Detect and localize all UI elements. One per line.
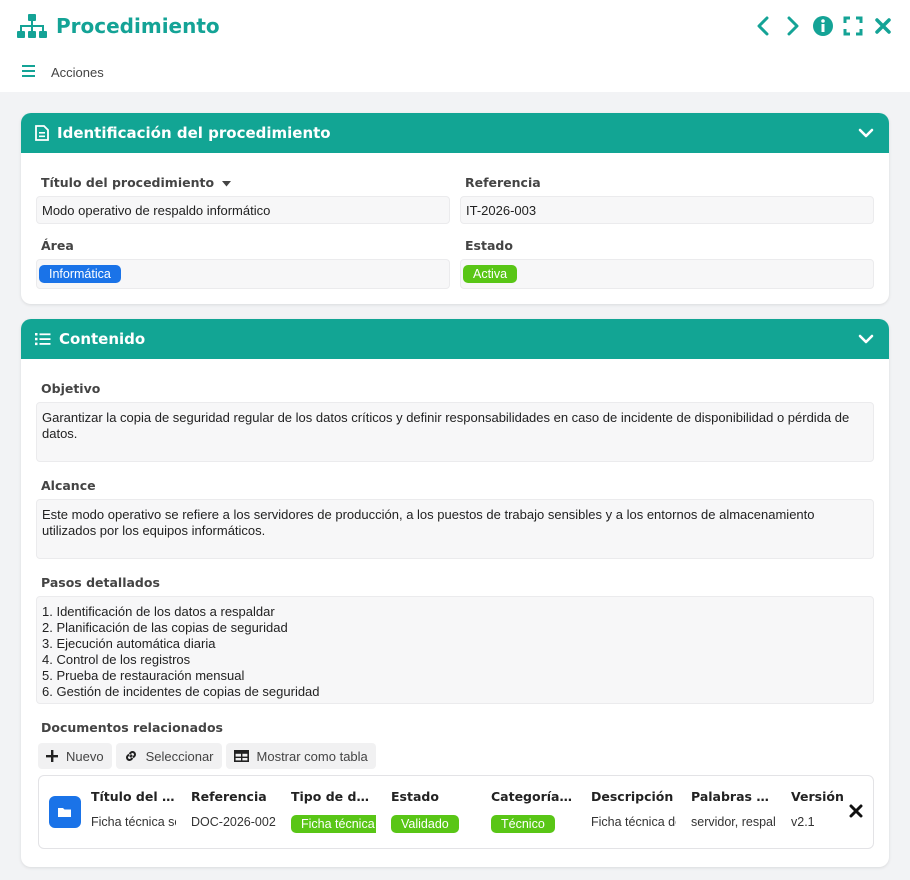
doc-estado-badge: Validado [391, 815, 459, 833]
area-label: Área [41, 238, 74, 253]
procedure-window: Procedimiento Acciones Identificación de… [0, 0, 910, 880]
link-icon [124, 749, 138, 763]
chevron-down-icon[interactable] [857, 124, 875, 142]
doc-tipo-badge: Ficha técnica [291, 815, 376, 833]
related-document-row[interactable]: Título del documento Ficha técnica servi… [38, 775, 874, 849]
column-header: Categoría documental [491, 789, 576, 804]
doc-col-tipo: Tipo de documento Ficha técnica [291, 789, 391, 835]
new-button[interactable]: Nuevo [38, 743, 112, 769]
content-area: Identificación del procedimiento Título … [0, 92, 910, 880]
window-title: Procedimiento [56, 14, 220, 38]
area-badge: Informática [39, 265, 121, 283]
paso-item: 1. Identificación de los datos a respald… [42, 604, 275, 619]
caret-down-icon[interactable] [222, 175, 232, 190]
area-field[interactable]: Informática [36, 259, 450, 289]
docs-label: Documentos relacionados [41, 720, 223, 735]
doc-col-palabras: Palabras clave servidor, respaldo [691, 789, 791, 835]
column-header: Descripción [591, 789, 674, 804]
column-header: Versión [791, 789, 844, 804]
pasos-field[interactable]: 1. Identificación de los datos a respald… [36, 596, 874, 704]
actions-toolbar: Acciones [0, 52, 910, 92]
title-bar: Procedimiento [0, 0, 910, 52]
docs-toolbar: Nuevo Seleccionar Mostrar como tabla [38, 743, 874, 769]
column-header: Referencia [191, 789, 267, 804]
doc-version: v2.1 [791, 815, 815, 829]
chevron-right-icon[interactable] [782, 15, 804, 37]
chevron-left-icon[interactable] [752, 15, 774, 37]
document-icon [35, 125, 49, 141]
window-actions [752, 15, 894, 37]
estado-field[interactable]: Activa [460, 259, 874, 289]
doc-categoria-badge: Técnico [491, 815, 555, 833]
doc-columns: Título del documento Ficha técnica servi… [91, 789, 863, 835]
doc-col-descripcion: Descripción Ficha técnica del servidor [591, 789, 691, 835]
doc-col-version: Versión v2.1 [791, 789, 851, 835]
estado-label: Estado [465, 238, 513, 253]
doc-descripcion: Ficha técnica del servidor [591, 815, 676, 829]
table-view-button[interactable]: Mostrar como tabla [225, 743, 376, 769]
content-title: Contenido [59, 330, 146, 348]
alcance-label: Alcance [41, 478, 96, 493]
new-button-label: Nuevo [66, 748, 104, 764]
doc-col-estado: Estado Validado [391, 789, 491, 835]
remove-document-icon[interactable] [849, 804, 863, 818]
column-header: Estado [391, 789, 439, 804]
doc-referencia: DOC-2026-002 [191, 815, 276, 829]
paso-item: 2. Planificación de las copias de seguri… [42, 620, 288, 635]
doc-col-referencia: Referencia DOC-2026-002 [191, 789, 291, 835]
paso-item: 6. Gestión de incidentes de copias de se… [42, 684, 320, 699]
referencia-label: Referencia [465, 175, 541, 190]
doc-col-categoria: Categoría documental Técnico [491, 789, 591, 835]
doc-titulo: Ficha técnica servidor [91, 815, 176, 829]
column-header: Tipo de documento [291, 789, 376, 804]
folder-icon [49, 796, 81, 828]
doc-palabras: servidor, respaldo [691, 815, 776, 829]
select-button-label: Seleccionar [145, 748, 214, 764]
objetivo-field[interactable]: Garantizar la copia de seguridad regular… [36, 402, 874, 462]
identification-title: Identificación del procedimiento [57, 124, 331, 142]
titulo-field[interactable]: Modo operativo de respaldo informático [36, 196, 450, 224]
doc-col-titulo: Título del documento Ficha técnica servi… [91, 789, 191, 835]
expand-icon[interactable] [842, 15, 864, 37]
plus-icon [46, 750, 58, 762]
column-header: Palabras clave [691, 789, 776, 804]
info-icon[interactable] [812, 15, 834, 37]
table-icon [233, 750, 249, 762]
actions-menu[interactable]: Acciones [51, 65, 104, 80]
paso-item: 5. Prueba de restauración mensual [42, 668, 245, 683]
list-icon [35, 332, 51, 346]
menu-icon[interactable] [22, 64, 35, 80]
titulo-label: Título del procedimiento [41, 175, 450, 190]
select-button[interactable]: Seleccionar [115, 743, 222, 769]
content-header[interactable]: Contenido [21, 319, 889, 359]
referencia-field[interactable]: IT-2026-003 [460, 196, 874, 224]
alcance-field[interactable]: Este modo operativo se refiere a los ser… [36, 499, 874, 559]
content-card: Contenido Objetivo Garantizar la copia d… [21, 319, 889, 867]
table-view-button-label: Mostrar como tabla [256, 748, 368, 764]
chevron-down-icon[interactable] [857, 330, 875, 348]
close-icon[interactable] [872, 15, 894, 37]
estado-badge: Activa [463, 265, 518, 283]
identification-card: Identificación del procedimiento Título … [21, 113, 889, 304]
objetivo-label: Objetivo [41, 381, 101, 396]
identification-header[interactable]: Identificación del procedimiento [21, 113, 889, 153]
column-header: Título del documento [91, 789, 176, 804]
paso-item: 3. Ejecución automática diaria [42, 636, 216, 651]
paso-item: 4. Control de los registros [42, 652, 191, 667]
sitemap-icon [16, 12, 48, 40]
pasos-label: Pasos detallados [41, 575, 160, 590]
